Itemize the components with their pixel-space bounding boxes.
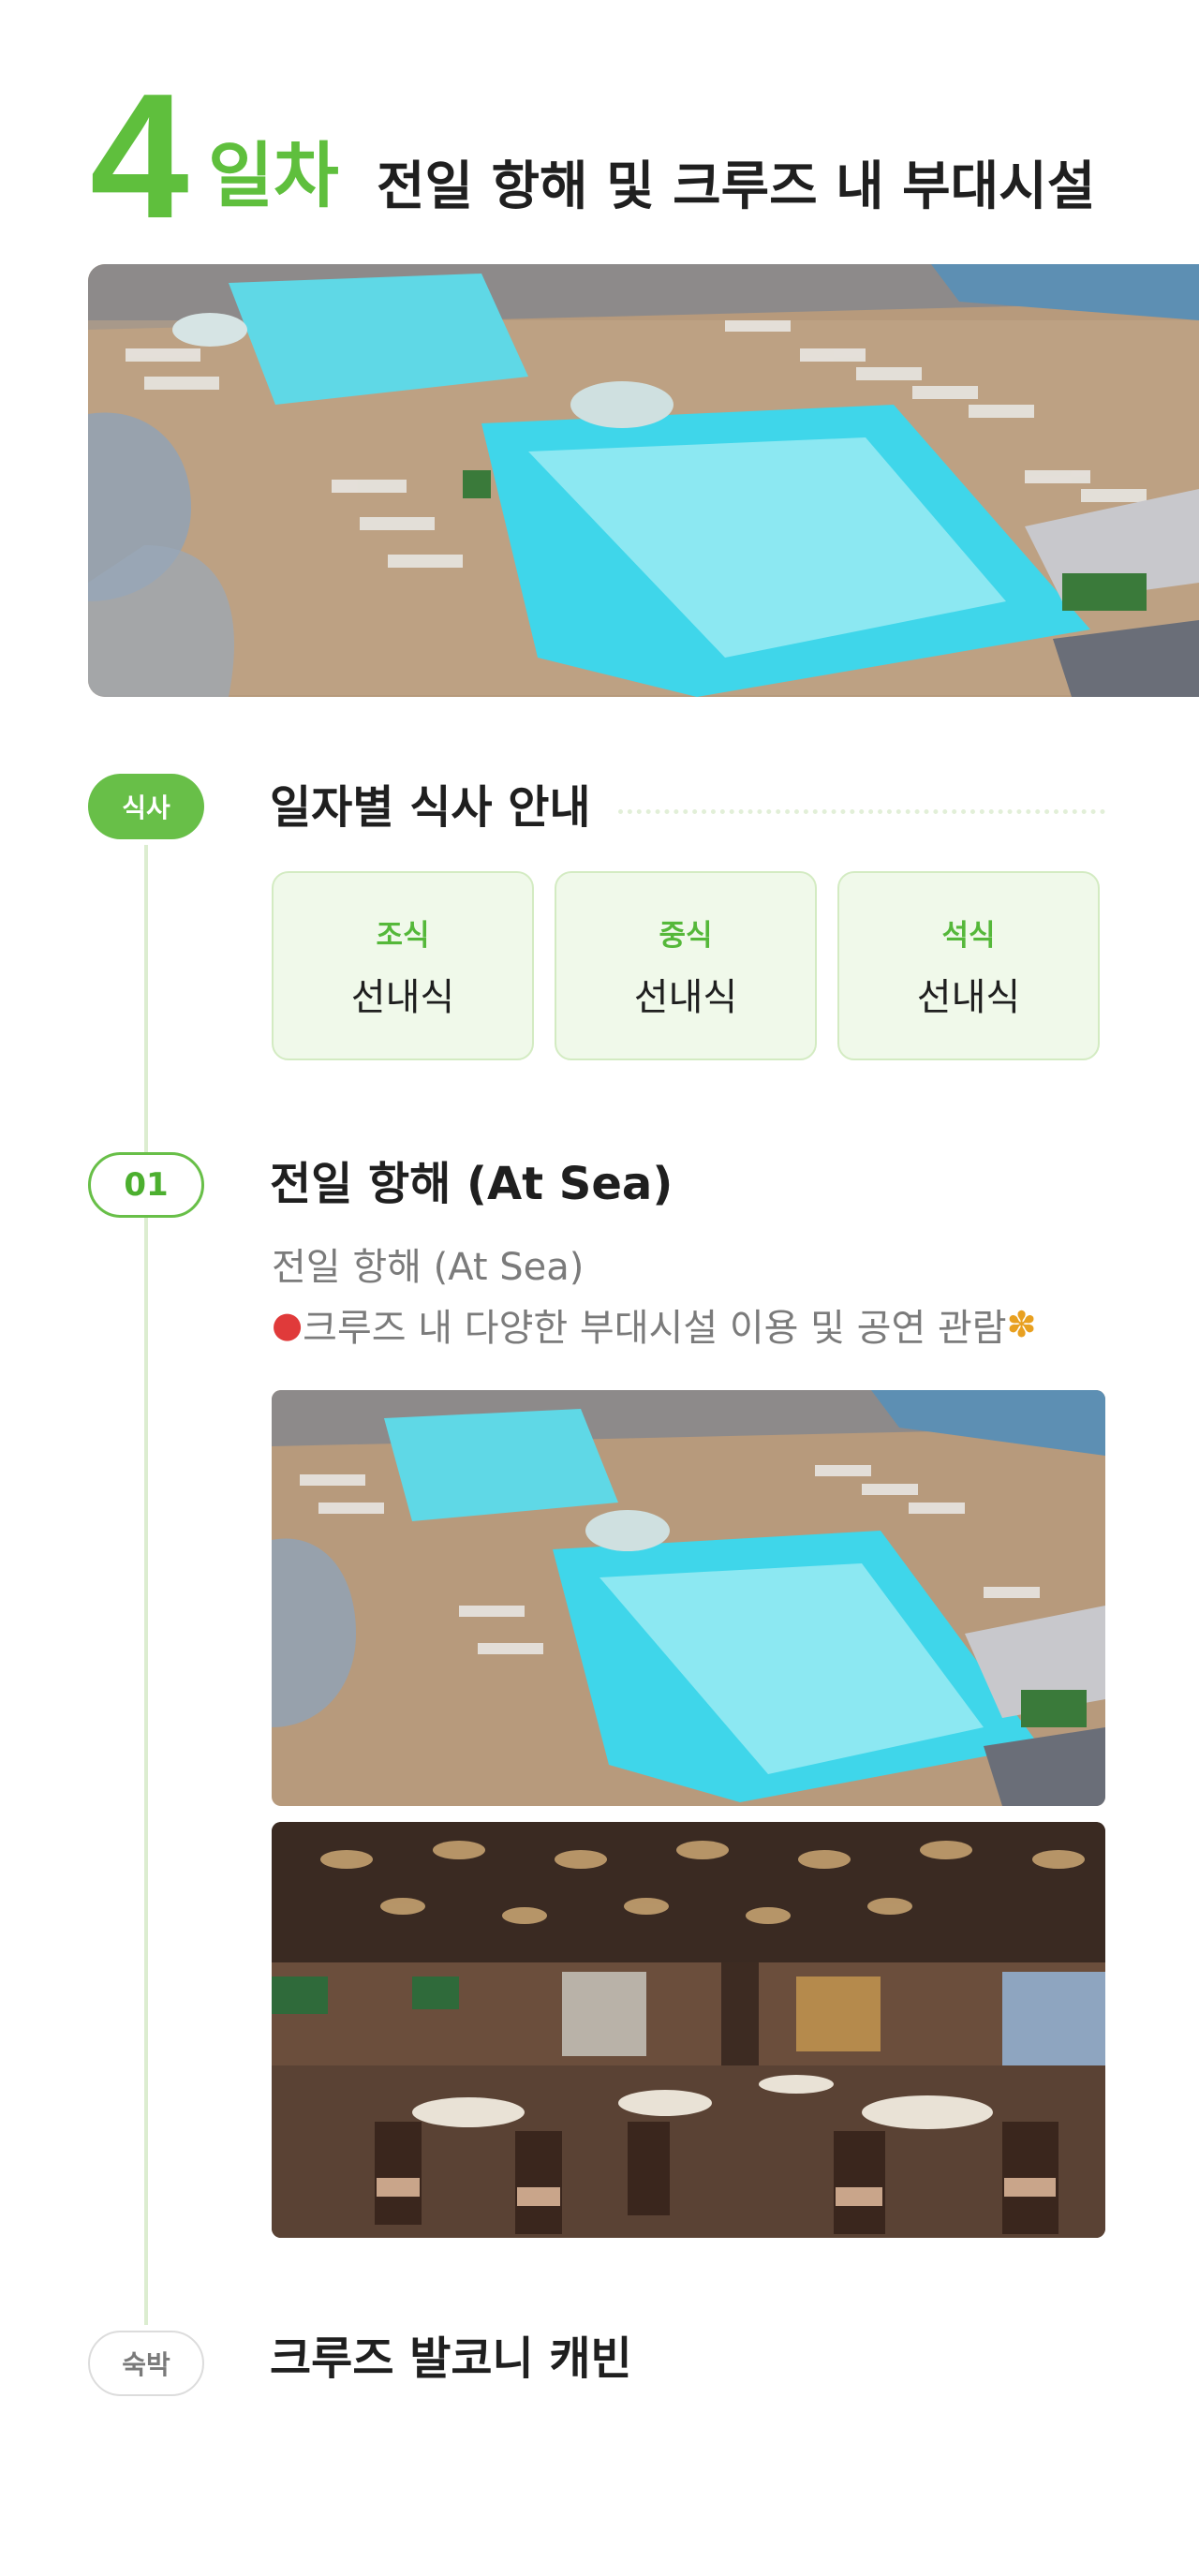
dotted-divider (618, 809, 1105, 814)
party-popper-icon: ✽ (1006, 1304, 1037, 1345)
itinerary-description-row: ● 크루즈 내 다양한 부대시설 이용 및 공연 관람 ✽ (272, 1297, 1036, 1352)
pool-deck-photo (88, 264, 1199, 697)
page-title: 전일 항해 및 크루즈 내 부대시설 (377, 156, 1096, 217)
meal-value: 선내식 (633, 975, 738, 1019)
meal-card-dinner: 석식 선내식 (837, 871, 1100, 1060)
meal-card-breakfast: 조식 선내식 (272, 871, 534, 1060)
itinerary-subtitle: 전일 항해 (At Sea) (272, 1246, 585, 1289)
itinerary-step-badge: 01 (88, 1152, 204, 1218)
itinerary-title: 전일 항해 (At Sea) (270, 1158, 674, 1210)
meal-label: 석식 (941, 918, 996, 953)
meal-cards: 조식 선내식 중식 선내식 석식 선내식 (272, 871, 1100, 1060)
stay-badge: 숙박 (88, 2331, 204, 2396)
meal-value: 선내식 (916, 975, 1021, 1019)
meal-section-title: 일자별 식사 안내 (270, 781, 591, 834)
itinerary-description: 크루즈 내 다양한 부대시설 이용 및 공연 관람 (303, 1307, 1007, 1350)
pool-deck-photo-2 (272, 1390, 1105, 1806)
timeline-line (144, 845, 148, 2325)
meal-label: 중식 (659, 918, 713, 953)
balloon-icon: ● (272, 1304, 303, 1345)
day-word: 일차 (208, 134, 339, 217)
meal-card-lunch: 중식 선내식 (555, 871, 817, 1060)
restaurant-photo (272, 1822, 1105, 2238)
stay-title: 크루즈 발코니 캐빈 (270, 2332, 632, 2385)
meal-value: 선내식 (350, 975, 455, 1019)
day-number: 4 (90, 57, 189, 256)
meal-label: 조식 (376, 918, 430, 953)
meal-badge: 식사 (88, 774, 204, 839)
